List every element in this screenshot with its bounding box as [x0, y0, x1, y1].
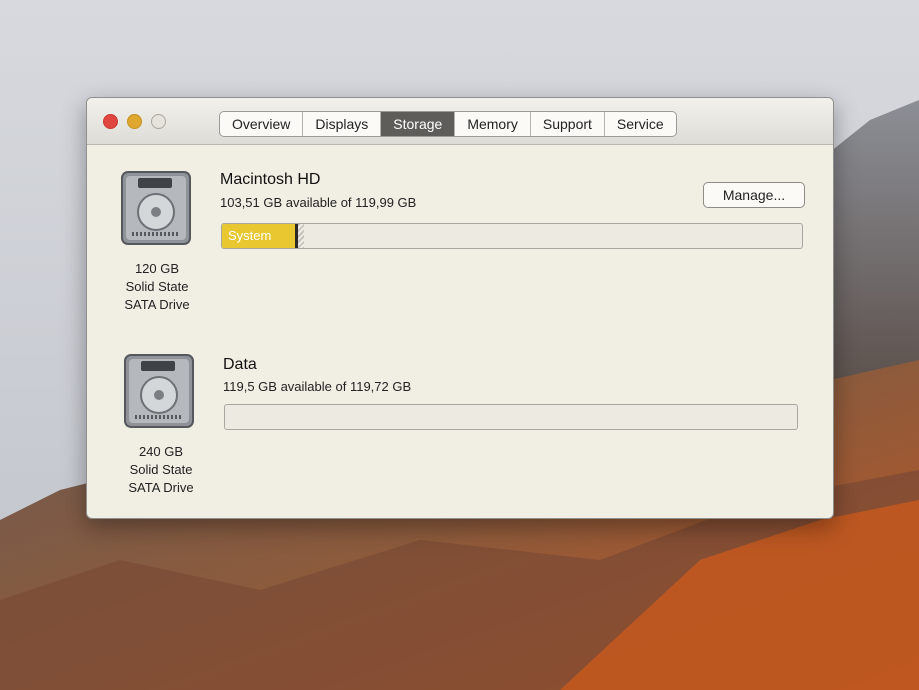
storage-segment-other: [298, 224, 304, 248]
storage-usage-bar: System: [221, 223, 803, 249]
tab-displays[interactable]: Displays: [303, 112, 382, 136]
drive-info: 120 GB Solid State SATA Drive: [97, 260, 217, 314]
volume-name: Data: [223, 356, 257, 373]
drive-capacity: 240 GB: [138, 444, 184, 459]
storage-segment-system: System: [222, 224, 298, 248]
drive-capacity: 120 GB: [134, 261, 180, 276]
tab-overview[interactable]: Overview: [220, 112, 304, 136]
manage-button[interactable]: Manage...: [703, 182, 805, 208]
volume-available-text: 119,5 GB available of 119,72 GB: [223, 379, 412, 394]
tab-support[interactable]: Support: [531, 112, 605, 136]
hard-drive-icon: [121, 171, 191, 245]
close-window-button[interactable]: [103, 114, 118, 129]
minimize-window-button[interactable]: [127, 114, 142, 129]
hard-drive-icon: [124, 354, 194, 428]
zoom-window-button[interactable]: [151, 114, 166, 129]
storage-usage-bar: [224, 404, 798, 430]
tab-bar: Overview Displays Storage Memory Support…: [219, 111, 677, 137]
title-bar: Overview Displays Storage Memory Support…: [87, 98, 833, 145]
drive-type-line1: Solid State: [129, 462, 193, 477]
tab-service[interactable]: Service: [605, 112, 676, 136]
drive-type-line2: SATA Drive: [124, 297, 190, 312]
drive-type-line1: Solid State: [125, 279, 189, 294]
about-this-mac-window: Overview Displays Storage Memory Support…: [86, 97, 834, 519]
volume-name: Macintosh HD: [220, 171, 321, 188]
drive-info: 240 GB Solid State SATA Drive: [101, 443, 221, 497]
storage-segment-label: System: [228, 228, 272, 243]
volume-available-text: 103,51 GB available of 119,99 GB: [220, 195, 417, 210]
tab-memory[interactable]: Memory: [455, 112, 531, 136]
tab-storage[interactable]: Storage: [381, 112, 456, 136]
drive-type-line2: SATA Drive: [128, 480, 194, 495]
